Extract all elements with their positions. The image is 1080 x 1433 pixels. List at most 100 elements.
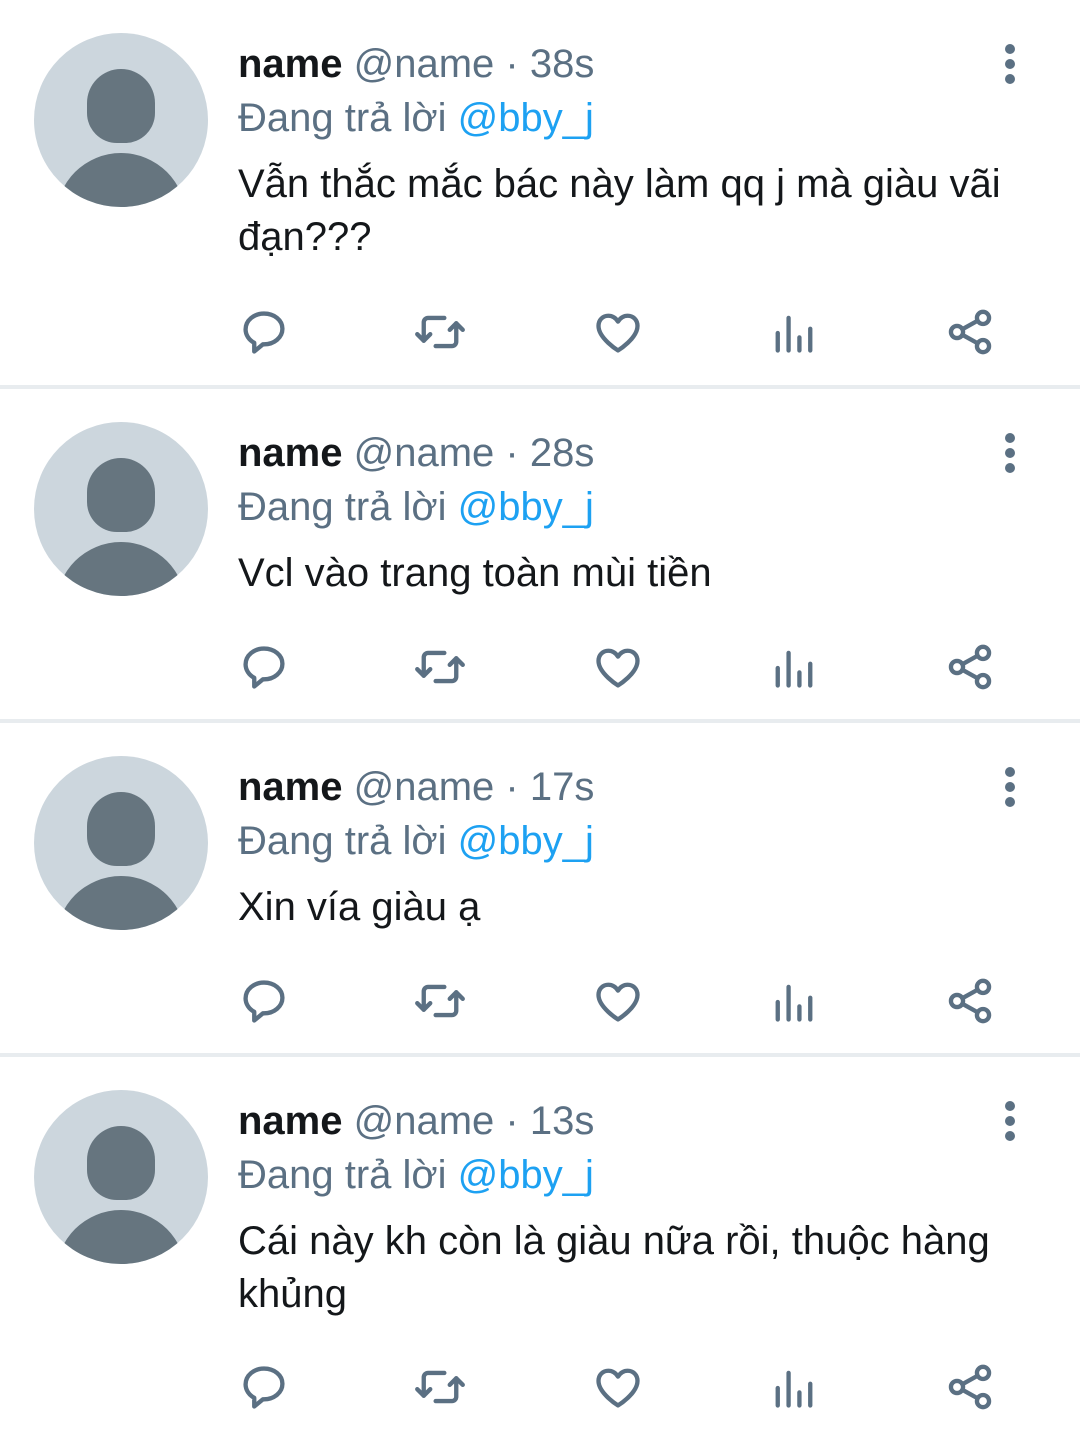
retweet-button[interactable] bbox=[412, 1359, 468, 1415]
more-dot bbox=[1005, 433, 1015, 443]
tweet[interactable]: name @name · 28s Đang trả lời @bby_j Vcl… bbox=[0, 389, 1080, 723]
more-dot bbox=[1005, 1116, 1015, 1126]
reply-to-link[interactable]: @bby_j bbox=[458, 819, 594, 863]
more-dot bbox=[1005, 74, 1015, 84]
tweet-actions bbox=[236, 1359, 1006, 1415]
more-dot bbox=[1005, 782, 1015, 792]
retweet-icon bbox=[415, 650, 465, 684]
reply-to-link[interactable]: @bby_j bbox=[458, 96, 594, 140]
more-vertical-icon[interactable] bbox=[992, 429, 1028, 477]
tweet-actions bbox=[236, 304, 1006, 360]
display-name[interactable]: name bbox=[238, 431, 343, 475]
reply-context: Đang trả lời @bby_j bbox=[238, 1147, 1020, 1203]
default-avatar-icon[interactable] bbox=[34, 756, 208, 930]
separator-dot: · bbox=[505, 431, 519, 475]
tweet-text: Cái này kh còn là giàu nữa rồi, thuộc hà… bbox=[238, 1219, 990, 1316]
tweet-header: name @name · 17s bbox=[238, 761, 1020, 813]
reply-icon bbox=[243, 980, 285, 1023]
avatar-body bbox=[56, 542, 186, 596]
user-handle[interactable]: @name bbox=[354, 1099, 495, 1143]
avatar-head bbox=[87, 69, 155, 143]
reply-button[interactable] bbox=[236, 1359, 292, 1415]
retweet-icon bbox=[415, 984, 465, 1018]
more-dot bbox=[1005, 797, 1015, 807]
like-button[interactable] bbox=[590, 304, 646, 360]
more-dot bbox=[1005, 44, 1015, 54]
user-handle[interactable]: @name bbox=[354, 765, 495, 809]
tweet-actions bbox=[236, 639, 1006, 695]
share-icon bbox=[948, 1364, 992, 1410]
share-button[interactable] bbox=[942, 973, 998, 1029]
reply-icon bbox=[243, 311, 285, 354]
tweet-header: name @name · 13s bbox=[238, 1095, 1020, 1147]
display-name[interactable]: name bbox=[238, 42, 343, 86]
retweet-button[interactable] bbox=[412, 304, 468, 360]
more-dot bbox=[1005, 1101, 1015, 1111]
retweet-button[interactable] bbox=[412, 973, 468, 1029]
avatar-body bbox=[56, 153, 186, 207]
reply-prefix: Đang trả lời bbox=[238, 96, 447, 140]
analytics-button[interactable] bbox=[766, 1359, 822, 1415]
more-dot bbox=[1005, 1131, 1015, 1141]
reply-context: Đang trả lời @bby_j bbox=[238, 479, 1020, 535]
share-button[interactable] bbox=[942, 1359, 998, 1415]
avatar-head bbox=[87, 458, 155, 532]
share-button[interactable] bbox=[942, 639, 998, 695]
more-vertical-icon[interactable] bbox=[992, 40, 1028, 88]
like-icon bbox=[596, 1368, 640, 1408]
more-dot bbox=[1005, 448, 1015, 458]
reply-to-link[interactable]: @bby_j bbox=[458, 1153, 594, 1197]
reply-to-link[interactable]: @bby_j bbox=[458, 485, 594, 529]
tweet-time[interactable]: 38s bbox=[530, 42, 595, 86]
tweet[interactable]: name @name · 17s Đang trả lời @bby_j Xin… bbox=[0, 723, 1080, 1057]
retweet-icon bbox=[415, 315, 465, 349]
analytics-button[interactable] bbox=[766, 973, 822, 1029]
reply-context: Đang trả lời @bby_j bbox=[238, 813, 1020, 869]
reply-context: Đang trả lời @bby_j bbox=[238, 90, 1020, 146]
reply-button[interactable] bbox=[236, 639, 292, 695]
avatar-head bbox=[87, 1126, 155, 1200]
user-handle[interactable]: @name bbox=[354, 42, 495, 86]
share-button[interactable] bbox=[942, 304, 998, 360]
separator-dot: · bbox=[505, 765, 519, 809]
analytics-button[interactable] bbox=[766, 639, 822, 695]
display-name[interactable]: name bbox=[238, 1099, 343, 1143]
reply-prefix: Đang trả lời bbox=[238, 1153, 447, 1197]
more-vertical-icon[interactable] bbox=[992, 1097, 1028, 1145]
like-icon bbox=[596, 648, 640, 688]
avatar-body bbox=[56, 1210, 186, 1264]
default-avatar-icon[interactable] bbox=[34, 1090, 208, 1264]
reply-icon bbox=[243, 646, 285, 689]
analytics-icon bbox=[775, 315, 813, 353]
retweet-icon bbox=[415, 1370, 465, 1404]
tweet-time[interactable]: 17s bbox=[530, 765, 595, 809]
like-button[interactable] bbox=[590, 973, 646, 1029]
like-icon bbox=[596, 313, 640, 353]
more-vertical-icon[interactable] bbox=[992, 763, 1028, 811]
tweet-text: Vẫn thắc mắc bác này làm qq j mà giàu vã… bbox=[238, 162, 1001, 259]
retweet-button[interactable] bbox=[412, 639, 468, 695]
display-name[interactable]: name bbox=[238, 765, 343, 809]
share-icon bbox=[948, 644, 992, 690]
reply-button[interactable] bbox=[236, 973, 292, 1029]
like-icon bbox=[596, 982, 640, 1022]
reply-button[interactable] bbox=[236, 304, 292, 360]
default-avatar-icon[interactable] bbox=[34, 33, 208, 207]
analytics-icon bbox=[775, 1370, 813, 1408]
like-button[interactable] bbox=[590, 639, 646, 695]
tweet-content: name @name · 13s Đang trả lời @bby_j Cái… bbox=[238, 1095, 1020, 1321]
default-avatar-icon[interactable] bbox=[34, 422, 208, 596]
separator-dot: · bbox=[505, 1099, 519, 1143]
tweet-time[interactable]: 28s bbox=[530, 431, 595, 475]
tweet[interactable]: name @name · 38s Đang trả lời @bby_j Vẫn… bbox=[0, 0, 1080, 389]
more-dot bbox=[1005, 59, 1015, 69]
avatar-head bbox=[87, 792, 155, 866]
tweet-time[interactable]: 13s bbox=[530, 1099, 595, 1143]
separator-dot: · bbox=[505, 42, 519, 86]
more-dot bbox=[1005, 463, 1015, 473]
avatar-body bbox=[56, 876, 186, 930]
user-handle[interactable]: @name bbox=[354, 431, 495, 475]
tweet[interactable]: name @name · 13s Đang trả lời @bby_j Cái… bbox=[0, 1057, 1080, 1433]
like-button[interactable] bbox=[590, 1359, 646, 1415]
analytics-button[interactable] bbox=[766, 304, 822, 360]
